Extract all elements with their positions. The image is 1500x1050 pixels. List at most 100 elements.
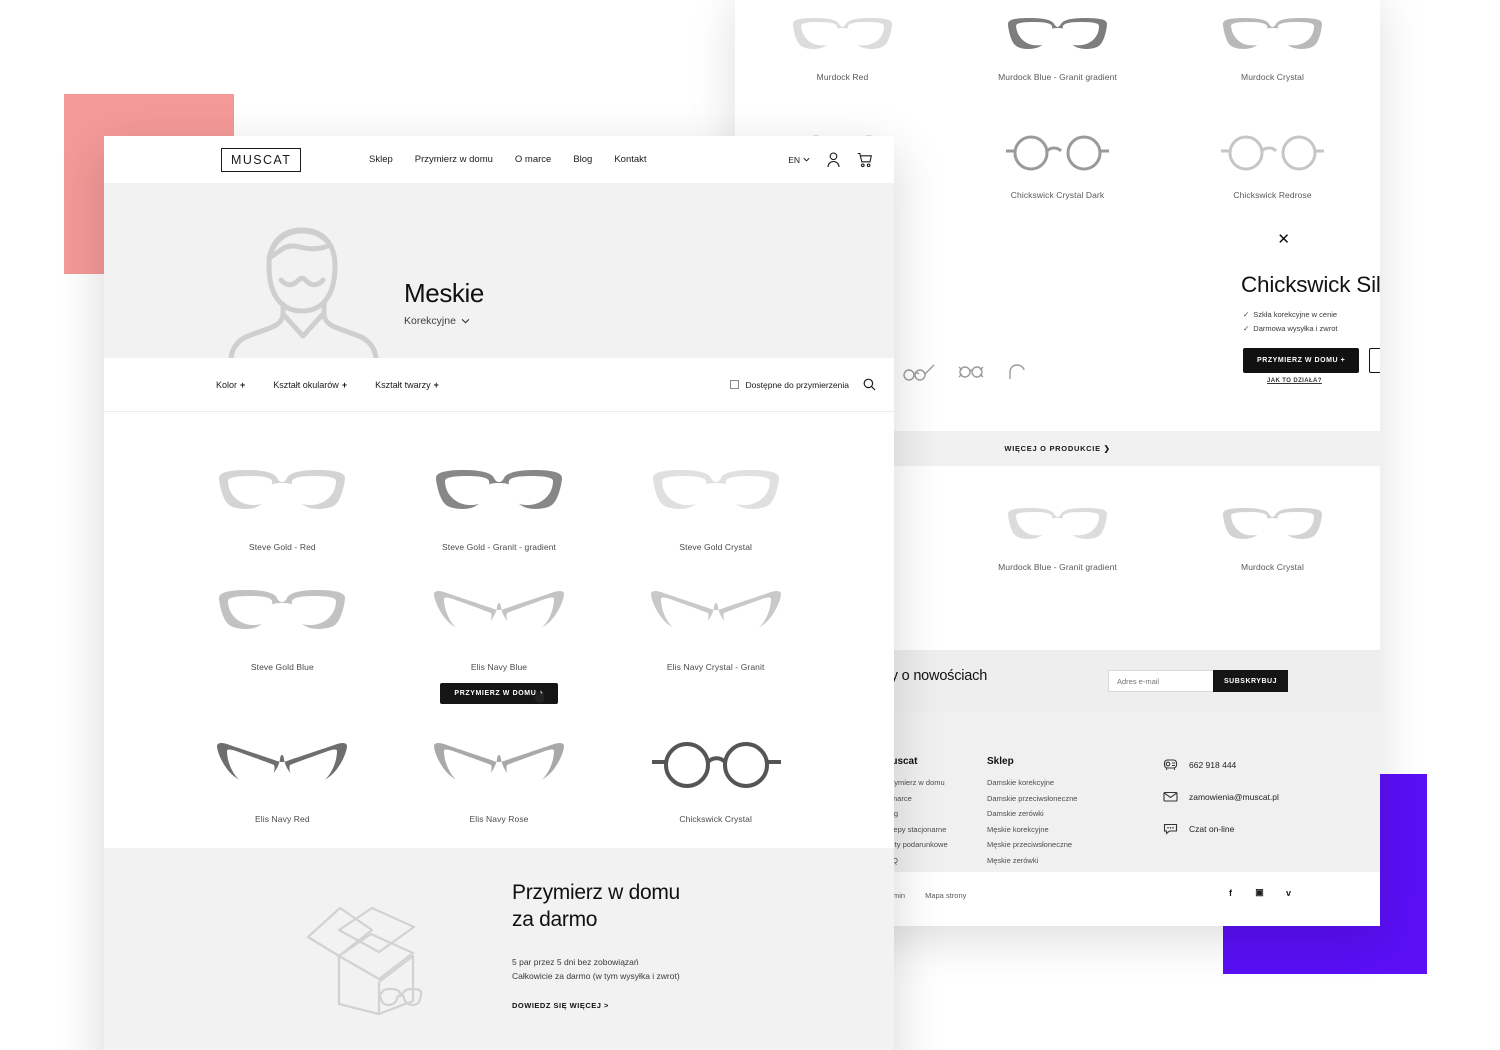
brand-logo[interactable]: MUSCAT bbox=[221, 147, 302, 172]
close-icon[interactable]: ✕ bbox=[1277, 232, 1290, 247]
product-card[interactable]: Steve Gold - Red bbox=[174, 456, 391, 552]
foreground-category-page-window: MUSCAT Sklep Przymierz w domu O marce Bl… bbox=[104, 136, 894, 1050]
product-name: Steve Gold Blue bbox=[250, 662, 314, 672]
filter-group: Kolor + Kształt okularów + Kształt twarzy + bbox=[216, 380, 439, 390]
product-grid: Steve Gold - Red Steve Gold - Granit - g… bbox=[104, 412, 894, 824]
plus-icon: + bbox=[240, 379, 246, 390]
glasses-wayfarer-icon bbox=[174, 456, 391, 528]
footer-contact-phone[interactable]: 662 918 444 bbox=[1162, 756, 1279, 773]
man-avatar-icon bbox=[216, 208, 391, 358]
product-card[interactable]: Elis Navy Rose bbox=[391, 728, 608, 824]
glasses-cateye-icon bbox=[607, 576, 824, 648]
nav-item-blog[interactable]: Blog bbox=[573, 154, 592, 165]
available-to-try-checkbox[interactable]: Dostępne do przymierzenia bbox=[729, 380, 849, 390]
chevron-down-icon bbox=[461, 318, 470, 324]
promo-title: Przymierz w domu za darmo bbox=[512, 880, 680, 934]
product-name: Elis Navy Red bbox=[254, 814, 310, 824]
filter-ksztalt-okularow[interactable]: Kształt okularów + bbox=[273, 380, 347, 390]
language-label: EN bbox=[788, 154, 800, 165]
nav-item-kontakt[interactable]: Kontakt bbox=[614, 154, 646, 165]
learn-more-link[interactable]: DOWIEDZ SIĘ WIĘCEJ > bbox=[512, 1001, 609, 1010]
product-card[interactable]: Steve Gold Blue bbox=[174, 576, 391, 704]
modal-product-title: Chickswick Silver bbox=[1241, 272, 1380, 297]
back-product-card[interactable]: Murdock Crystal bbox=[1165, 496, 1380, 572]
instagram-icon[interactable]: ▣ bbox=[1251, 884, 1268, 901]
newsletter-email-input[interactable] bbox=[1108, 670, 1213, 692]
nav-item-o-marce[interactable]: O marce bbox=[515, 154, 551, 165]
back-product-name: Murdock Red bbox=[816, 72, 869, 82]
footer-link[interactable]: Męskie korekcyjne bbox=[987, 825, 1077, 834]
promo-title-line2: za darmo bbox=[512, 907, 598, 931]
footer-link[interactable]: Damskie zerówki bbox=[987, 809, 1077, 818]
back-product-name: Murdock Blue - Granit gradient bbox=[998, 72, 1117, 82]
glasses-temple-icon[interactable] bbox=[1007, 363, 1031, 381]
envelope-icon bbox=[1162, 788, 1179, 805]
vimeo-icon[interactable]: v bbox=[1280, 884, 1297, 901]
back-product-card[interactable]: Murdock Blue - Granit gradient bbox=[950, 496, 1165, 572]
footer-link[interactable]: Męskie przeciwsłoneczne bbox=[987, 840, 1077, 849]
glasses-round-icon bbox=[1165, 124, 1380, 182]
navbar-actions: EN bbox=[788, 151, 872, 168]
glasses-folded-icon[interactable] bbox=[957, 363, 985, 381]
product-card[interactable]: Elis Navy Crystal - Granit bbox=[607, 576, 824, 704]
footer-link[interactable]: Damskie przeciwsłoneczne bbox=[987, 794, 1077, 803]
glasses-round-icon bbox=[607, 728, 824, 800]
glasses-round-icon bbox=[950, 124, 1165, 182]
product-card[interactable]: Elis Navy Red bbox=[174, 728, 391, 824]
product-card[interactable]: Steve Gold - Granit - gradient bbox=[391, 456, 608, 552]
checkbox-box[interactable] bbox=[729, 380, 739, 389]
how-it-works-link[interactable]: JAK TO DZIAŁA? bbox=[1267, 378, 1322, 384]
footer-legal-link[interactable]: Mapa strony bbox=[925, 891, 966, 900]
modal-feature-item: ✓ Darmowa wysyłka i zwrot bbox=[1243, 324, 1338, 333]
modal-actions: PRZYMIERZ W DOMU + DO KOSZYKA + bbox=[1243, 348, 1380, 373]
add-to-cart-button[interactable]: DO KOSZYKA + bbox=[1369, 348, 1380, 373]
user-icon[interactable] bbox=[827, 151, 840, 168]
back-product-card[interactable]: Murdock Blue - Granit gradient bbox=[950, 6, 1165, 82]
product-row: Steve Gold Blue Elis Navy Blue PRZYMIERZ… bbox=[174, 576, 824, 704]
plus-icon: + bbox=[341, 379, 348, 390]
back-product-card[interactable]: Murdock Crystal bbox=[1165, 6, 1380, 82]
subscribe-button[interactable]: SUBSKRYBUJ bbox=[1213, 670, 1288, 692]
facebook-icon[interactable]: f bbox=[1222, 884, 1239, 901]
product-name: Elis Navy Blue bbox=[470, 662, 528, 672]
try-at-home-button[interactable]: PRZYMIERZ W DOMU + bbox=[1243, 348, 1360, 373]
footer-column-heading: Sklep bbox=[987, 756, 1014, 767]
glasses-cateye-icon bbox=[391, 728, 608, 800]
back-product-card[interactable]: Chickswick Crystal Dark bbox=[950, 124, 1165, 200]
footer-contact-block: 662 918 444 zamowienia@muscat.pl Czat on… bbox=[1162, 756, 1279, 852]
modal-feature-list: ✓ Szkła korekcyjne w cenie ✓ Darmowa wysył… bbox=[1243, 310, 1337, 338]
glasses-cateye-icon bbox=[391, 576, 608, 648]
product-card[interactable]: Chickswick Crystal bbox=[607, 728, 824, 824]
nav-item-przymierz-w-domu[interactable]: Przymierz w domu bbox=[415, 154, 493, 165]
footer-link[interactable]: Damskie korekcyjne bbox=[987, 778, 1077, 787]
check-icon: ✓ bbox=[1243, 324, 1250, 333]
search-icon[interactable] bbox=[863, 378, 876, 391]
back-product-card[interactable]: Murdock Red bbox=[735, 6, 950, 82]
back-product-card[interactable]: Chickswick Redrose bbox=[1165, 124, 1380, 200]
footer-contact-text: zamowienia@muscat.pl bbox=[1189, 791, 1279, 802]
footer-link[interactable]: Męskie zerówki bbox=[987, 856, 1077, 865]
category-hero: Meskie Korekcyjne bbox=[104, 183, 894, 358]
product-quick-view-modal: ✕ Chickswick Silver ✓Szkła korekcyjne w … bbox=[900, 218, 1380, 423]
language-selector[interactable]: EN bbox=[788, 155, 810, 165]
glasses-oval-icon bbox=[735, 6, 950, 64]
filter-bar: Kolor + Kształt okularów + Kształt twarzy +… bbox=[104, 358, 894, 412]
product-card-hovered[interactable]: Elis Navy Blue PRZYMIERZ W DOMU + bbox=[391, 576, 608, 704]
product-card[interactable]: Steve Gold Crystal bbox=[607, 456, 824, 552]
glasses-cateye-icon bbox=[174, 728, 391, 800]
nav-item-sklep[interactable]: Sklep bbox=[369, 154, 393, 165]
cart-icon[interactable] bbox=[857, 152, 872, 168]
filter-kolor[interactable]: Kolor + bbox=[216, 380, 245, 390]
filter-ksztalt-twarzy[interactable]: Kształt twarzy + bbox=[375, 380, 439, 390]
modal-thumbnail-strip bbox=[903, 363, 1031, 381]
glasses-wayfarer-icon bbox=[391, 456, 608, 528]
product-name: Steve Gold - Red bbox=[248, 542, 316, 552]
footer-contact-email[interactable]: zamowienia@muscat.pl bbox=[1162, 788, 1279, 805]
promo-title-line1: Przymierz w domu bbox=[512, 881, 680, 904]
glasses-side-view-icon[interactable] bbox=[903, 363, 935, 381]
check-icon: ✓ bbox=[1243, 310, 1250, 319]
category-dropdown[interactable]: Korekcyjne bbox=[404, 315, 484, 327]
glasses-oval-icon bbox=[1165, 496, 1380, 554]
page-title: Meskie bbox=[404, 278, 484, 308]
footer-contact-chat[interactable]: Czat on-line bbox=[1162, 820, 1279, 837]
